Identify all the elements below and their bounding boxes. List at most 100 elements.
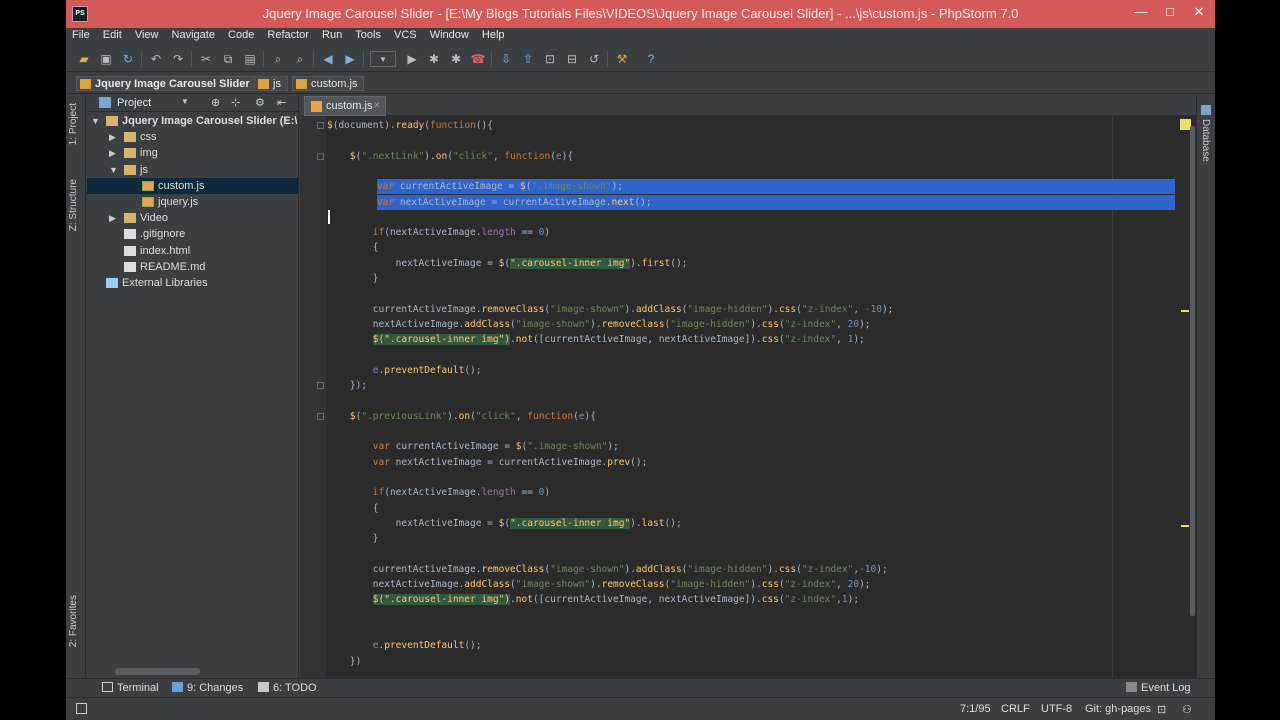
close-button[interactable]: ✕ [1185, 3, 1213, 21]
terminal-tool-button[interactable]: Terminal [102, 682, 159, 694]
line-separator[interactable]: CRLF [1001, 703, 1030, 715]
toggle-tool-windows-icon[interactable] [76, 703, 87, 714]
chevron-right-icon[interactable]: ▶ [109, 145, 116, 161]
fold-marker-icon[interactable] [317, 382, 324, 390]
code-token: nextActiveImage. [327, 318, 465, 330]
project-view-selector[interactable]: Project [117, 97, 151, 109]
caret-position[interactable]: 7:1/95 [960, 703, 991, 715]
tree-item[interactable]: README.md [87, 259, 298, 275]
tool-tab-project[interactable]: 1: Project [68, 103, 79, 145]
tool-tab-database[interactable]: Database [1200, 119, 1211, 162]
menu-view[interactable]: View [131, 28, 163, 42]
vcs-update-icon[interactable]: ⇩ [498, 51, 514, 67]
tree-item[interactable]: custom.js [87, 177, 298, 194]
warning-marker[interactable] [1181, 525, 1189, 527]
file-encoding[interactable]: UTF-8 [1041, 703, 1072, 715]
code-token: ). [767, 563, 779, 575]
run-config-dropdown[interactable]: ▼ [370, 51, 396, 67]
chevron-down-icon[interactable]: ▼ [91, 113, 100, 129]
history-icon[interactable]: ⊟ [564, 51, 580, 67]
copy-icon[interactable]: ⧉ [220, 51, 236, 67]
menu-vcs[interactable]: VCS [390, 28, 421, 42]
close-tab-icon[interactable]: × [374, 100, 380, 111]
breadcrumb-project[interactable]: Jquery Image Carousel Slider [76, 76, 257, 91]
undo-icon[interactable]: ↶ [148, 51, 164, 67]
find-icon[interactable]: ⌕ [270, 51, 286, 67]
redo-icon[interactable]: ↷ [170, 51, 186, 67]
menu-code[interactable]: Code [224, 28, 258, 42]
run-icon[interactable]: ▶ [404, 51, 420, 67]
listen-debug-icon[interactable]: ☎ [470, 51, 486, 67]
code-token: == [515, 227, 539, 239]
tree-item[interactable]: ▶ Video [87, 210, 298, 226]
breadcrumb-custom-js[interactable]: custom.js [292, 76, 365, 91]
inspector-icon[interactable]: ⚇ [1182, 703, 1192, 716]
event-log-button[interactable]: Event Log [1126, 682, 1191, 694]
code-token: $(".carousel-inner img") [372, 334, 511, 346]
menu-window[interactable]: Window [426, 28, 473, 42]
open-folder-icon[interactable]: ▰ [76, 51, 92, 67]
vcs-commit-icon[interactable]: ⇧ [520, 51, 536, 67]
synchronize-icon[interactable]: ↻ [120, 51, 136, 67]
tree-item[interactable]: .gitignore [87, 226, 298, 242]
gear-icon[interactable]: ⚙ [255, 96, 265, 109]
code-line: nextActiveImage = $(".carousel-inner img… [327, 256, 687, 271]
save-all-icon[interactable]: ▣ [98, 51, 114, 67]
toolbar-separator [363, 51, 364, 67]
chevron-down-icon[interactable]: ▼ [109, 162, 118, 178]
chevron-right-icon[interactable]: ▶ [109, 129, 116, 145]
fold-marker-icon[interactable] [317, 152, 324, 160]
tree-item[interactable]: ▶ css [87, 129, 298, 145]
hide-panel-icon[interactable]: ⇤ [277, 96, 286, 109]
tree-item[interactable]: ▶ img [87, 145, 298, 161]
tree-item[interactable]: ▼ js [87, 162, 298, 178]
vcs-branch[interactable]: Git: gh-pages [1085, 703, 1151, 715]
menu-refactor[interactable]: Refactor [263, 28, 313, 42]
chevron-down-icon[interactable]: ▼ [181, 97, 189, 106]
settings-wrench-icon[interactable]: ⚒ [614, 51, 630, 67]
fold-marker-icon[interactable] [317, 122, 324, 129]
coverage-icon[interactable]: ✱ [448, 51, 464, 67]
menu-navigate[interactable]: Navigate [168, 28, 219, 42]
help-icon[interactable]: ? [643, 51, 659, 67]
revert-icon[interactable]: ↺ [586, 51, 602, 67]
code-token: not [515, 334, 533, 346]
code-token: (); [664, 517, 682, 529]
tree-item[interactable]: jquery.js [87, 194, 298, 210]
changes-tool-button[interactable]: 9: Changes [172, 682, 243, 694]
code-token: ".image-shown" [531, 181, 612, 193]
scroll-from-source-icon[interactable]: ⊕ [211, 96, 220, 109]
debug-icon[interactable]: ✱ [426, 51, 442, 67]
code-area[interactable]: $(document).ready(function(){ $(".nextLi… [327, 116, 1177, 678]
menu-run[interactable]: Run [318, 28, 346, 42]
tree-item[interactable]: External Libraries [87, 275, 298, 291]
tree-item[interactable]: ▼ Jquery Image Carousel Slider (E:\ [87, 113, 298, 129]
breadcrumb-js[interactable]: js [254, 76, 288, 91]
project-horizontal-scrollbar[interactable] [115, 668, 200, 675]
chevron-right-icon[interactable]: ▶ [109, 210, 116, 226]
maximize-button[interactable]: □ [1156, 3, 1184, 21]
tool-tab-structure[interactable]: Z: Structure [68, 179, 79, 231]
cut-icon[interactable]: ✂ [198, 51, 214, 67]
back-icon[interactable]: ◀ [320, 51, 336, 67]
compare-icon[interactable]: ⊡ [542, 51, 558, 67]
paste-icon[interactable]: ▤ [242, 51, 258, 67]
menu-tools[interactable]: Tools [351, 28, 385, 42]
collapse-all-icon[interactable]: ⊹ [231, 96, 240, 109]
menu-help[interactable]: Help [478, 28, 509, 42]
lock-icon[interactable]: ⊡ [1157, 703, 1166, 716]
tree-item[interactable]: index.html [87, 243, 298, 259]
todo-tool-button[interactable]: 6: TODO [258, 682, 317, 694]
code-token: if [372, 487, 385, 499]
code-token: "z-index" [784, 318, 837, 330]
menu-edit[interactable]: Edit [99, 28, 126, 42]
menu-file[interactable]: File [68, 28, 94, 42]
editor-vertical-scrollbar[interactable] [1190, 126, 1195, 616]
replace-icon[interactable]: ⌕ [292, 51, 308, 67]
forward-icon[interactable]: ▶ [342, 51, 358, 67]
minimize-button[interactable]: — [1127, 3, 1155, 21]
tool-tab-favorites[interactable]: 2: Favorites [68, 595, 79, 647]
warning-marker[interactable] [1181, 310, 1189, 312]
fold-marker-icon[interactable] [317, 412, 324, 420]
tab-custom-js[interactable]: custom.js × [304, 96, 386, 116]
